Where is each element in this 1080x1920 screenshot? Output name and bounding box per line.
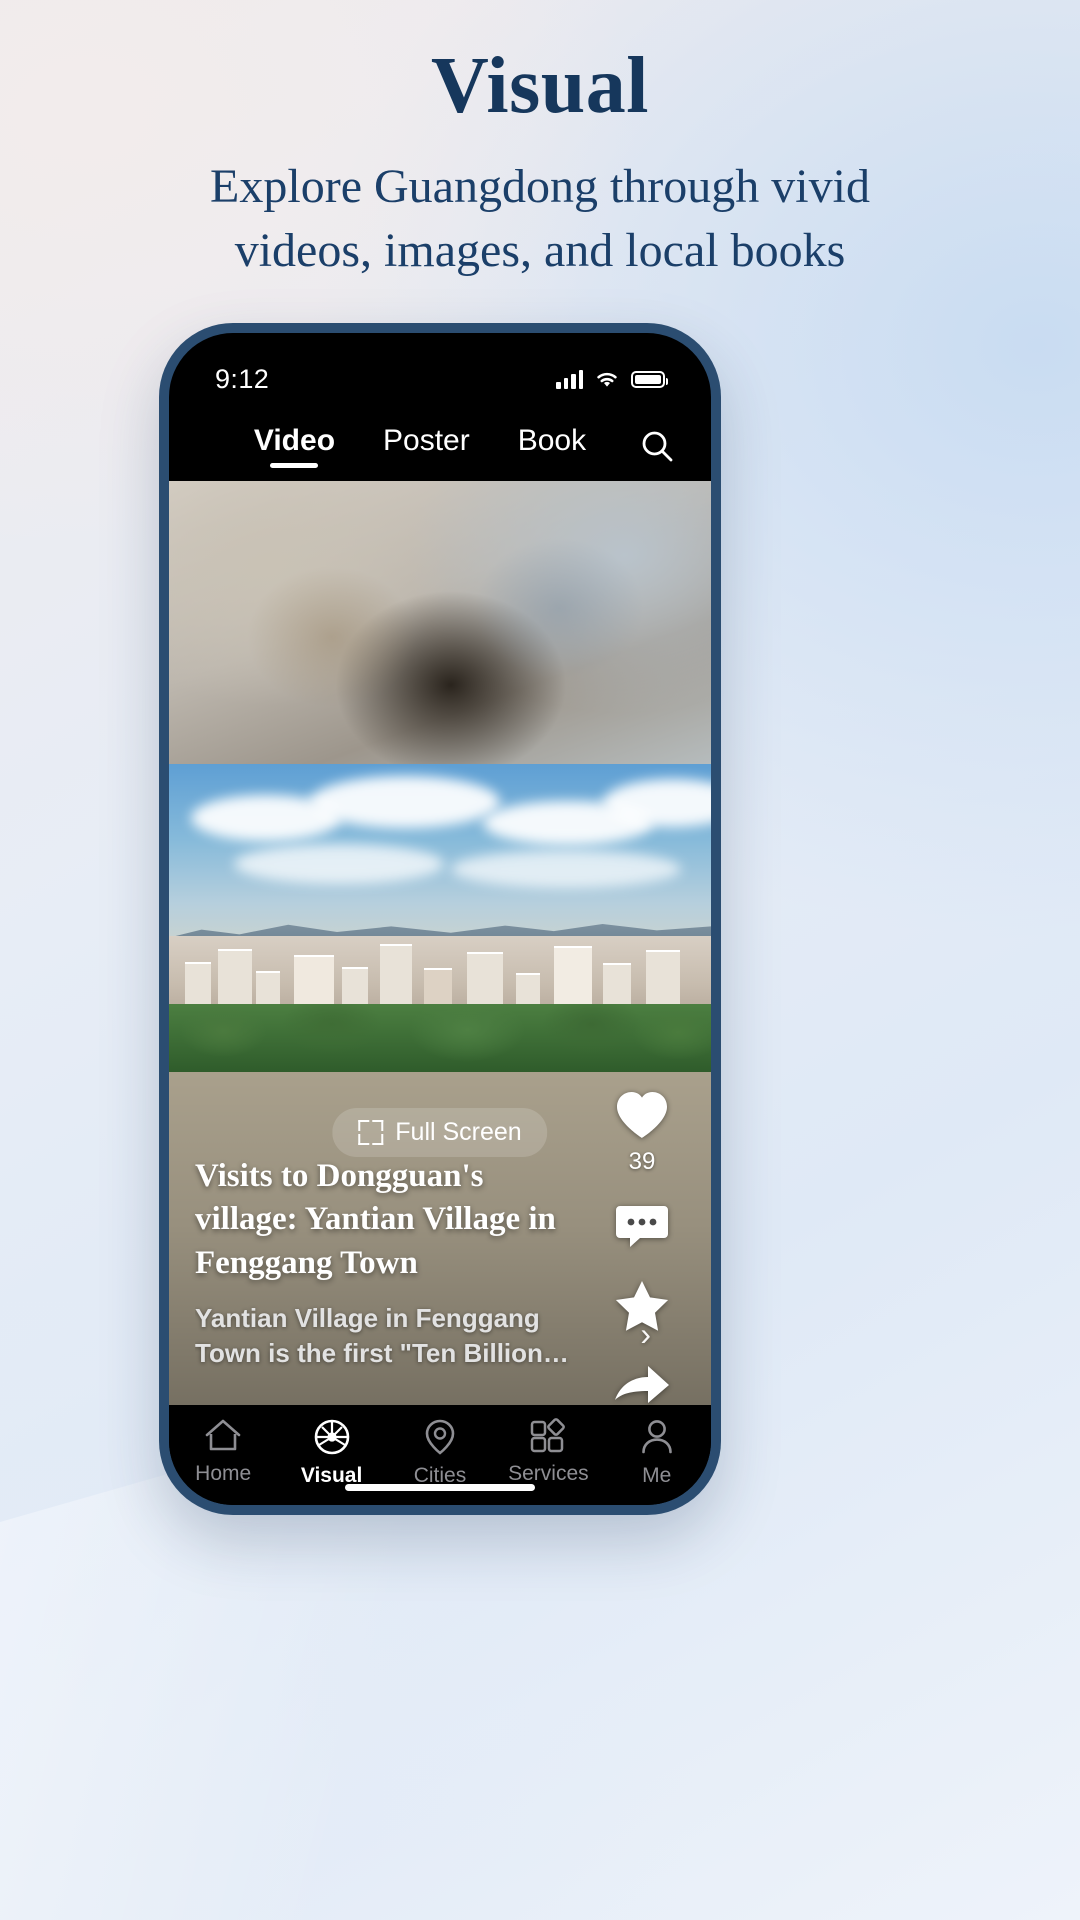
video-description: Yantian Village in Fenggang Town is the …: [195, 1303, 543, 1369]
action-rail: 39: [595, 1088, 689, 1405]
cloud: [309, 776, 500, 829]
phone-mockup: 9:12 Video Poster Book Full Screen 39 Vi…: [159, 323, 721, 1515]
nav-item-cities[interactable]: Cities: [390, 1417, 490, 1488]
status-bar: 9:12: [169, 333, 711, 411]
page-subtitle: Explore Guangdong through vivid videos, …: [210, 159, 870, 278]
fullscreen-label: Full Screen: [395, 1118, 522, 1146]
cloud: [234, 844, 445, 885]
video-frame-cityscape: [169, 764, 711, 1072]
promo-page: Visual Explore Guangdong through vivid v…: [0, 0, 1080, 1920]
status-icons: [556, 369, 668, 389]
video-frame-blurred-top: [169, 481, 711, 764]
phone-screen: 9:12 Video Poster Book Full Screen 39 Vi…: [169, 333, 711, 1505]
status-time: 9:12: [215, 363, 270, 394]
video-feed: Full Screen 39 Visits to Dongguan's vill…: [169, 481, 711, 1405]
wifi-icon: [597, 372, 617, 387]
tab-poster[interactable]: Poster: [383, 424, 470, 468]
tab-video[interactable]: Video: [254, 424, 335, 468]
heart-icon: [617, 1092, 667, 1138]
video-title: Visits to Dongguan's village: Yantian Vi…: [195, 1157, 556, 1281]
comment-icon: [616, 1206, 668, 1247]
tab-list: Video Poster Book: [169, 424, 631, 468]
nav-item-services[interactable]: Services: [498, 1417, 598, 1486]
tab-book[interactable]: Book: [518, 424, 586, 468]
aperture-icon: [314, 1419, 349, 1455]
hero-section: Visual Explore Guangdong through vivid v…: [0, 0, 1080, 283]
nav-item-visual[interactable]: Visual: [282, 1417, 382, 1488]
person-icon: [641, 1420, 672, 1454]
chevron-right-icon[interactable]: ›: [640, 1316, 651, 1353]
nav-item-me[interactable]: Me: [607, 1417, 707, 1488]
cloud: [450, 850, 681, 889]
fullscreen-button[interactable]: Full Screen: [332, 1108, 548, 1157]
nav-label-services: Services: [508, 1462, 589, 1485]
battery-icon: [631, 370, 668, 388]
share-arrow-icon: [615, 1366, 669, 1403]
grid-apps-icon: [531, 1418, 566, 1453]
video-caption: Visits to Dongguan's village: Yantian Vi…: [195, 1155, 651, 1371]
top-tab-bar: Video Poster Book: [169, 411, 711, 481]
search-icon: [642, 431, 673, 462]
nav-item-home[interactable]: Home: [173, 1417, 273, 1486]
location-pin-icon: [425, 1419, 455, 1455]
foliage-layer: [169, 1004, 711, 1072]
comment-button[interactable]: [614, 1202, 670, 1252]
like-button[interactable]: 39: [613, 1088, 671, 1176]
nav-label-home: Home: [195, 1462, 252, 1485]
search-button[interactable]: [631, 420, 683, 472]
cellular-signal-icon: [556, 369, 583, 389]
share-button[interactable]: [612, 1360, 672, 1405]
like-count: 39: [628, 1148, 656, 1175]
nav-label-me: Me: [642, 1464, 672, 1487]
video-frame-active[interactable]: Full Screen 39 Visits to Dongguan's vill…: [169, 1072, 711, 1405]
page-title: Visual: [431, 42, 649, 130]
home-indicator: [345, 1484, 535, 1491]
home-icon: [205, 1419, 241, 1451]
expand-icon: [358, 1120, 384, 1145]
